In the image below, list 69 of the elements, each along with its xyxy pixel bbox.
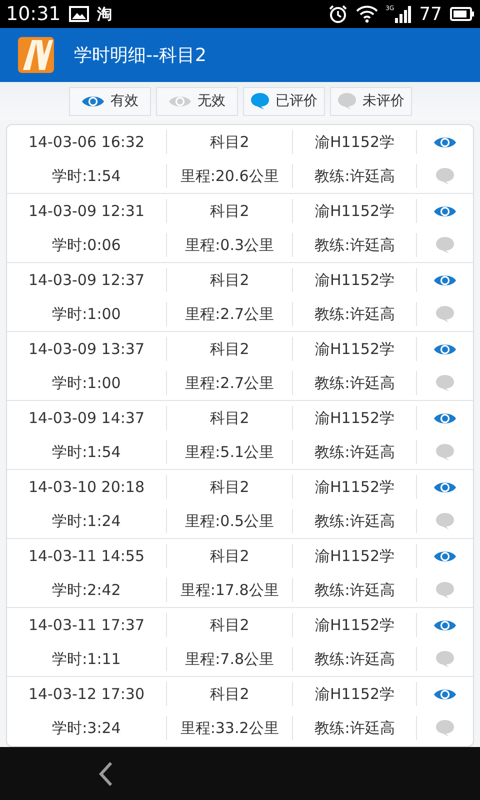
table-cell: 渝H1152学 bbox=[293, 613, 418, 637]
clock-time: 10:31 bbox=[6, 3, 61, 25]
image-icon bbox=[68, 6, 89, 22]
table-cell: 14-03-11 17:37 bbox=[7, 613, 167, 637]
table-cell: 科目2 bbox=[166, 130, 294, 154]
table-cell: 14-03-09 12:31 bbox=[7, 199, 167, 223]
table-cell: 科目2 bbox=[166, 268, 294, 292]
table-cell: 科目2 bbox=[166, 613, 294, 637]
table-cell: 教练:许廷高 bbox=[293, 164, 418, 188]
table-cell: 14-03-10 20:18 bbox=[7, 475, 167, 499]
table-cell: 渝H1152学 bbox=[293, 406, 418, 430]
table-cell: 里程:33.2公里 bbox=[166, 716, 294, 740]
table-cell: 14-03-12 17:30 bbox=[7, 682, 167, 706]
table-cell: 教练:许廷高 bbox=[293, 578, 418, 602]
table-cell: 教练:许廷高 bbox=[293, 716, 418, 740]
table-cell: 里程:2.7公里 bbox=[166, 371, 294, 395]
table-cell: 学时:0:06 bbox=[7, 233, 167, 257]
legend-button[interactable]: 未评价 bbox=[330, 86, 412, 116]
table-cell: 里程:17.8公里 bbox=[166, 578, 294, 602]
table-cell: 科目2 bbox=[166, 406, 294, 430]
table-cell: 里程:7.8公里 bbox=[166, 647, 294, 671]
back-icon[interactable] bbox=[98, 760, 114, 786]
table-cell: 教练:许廷高 bbox=[293, 509, 418, 533]
table-cell: 渝H1152学 bbox=[293, 268, 418, 292]
table-cell: 学时:1:24 bbox=[7, 509, 167, 533]
battery-level: 77 bbox=[419, 4, 442, 24]
table-cell: 14-03-09 14:37 bbox=[7, 406, 167, 430]
alarm-icon bbox=[328, 4, 348, 24]
table-cell: 科目2 bbox=[166, 682, 294, 706]
wifi-icon bbox=[356, 5, 378, 23]
table-cell: 里程:20.6公里 bbox=[166, 164, 294, 188]
table-cell: 教练:许廷高 bbox=[293, 371, 418, 395]
legend-button[interactable]: 已评价 bbox=[242, 86, 324, 116]
table-cell: 里程:2.7公里 bbox=[166, 302, 294, 326]
table-cell: 里程:0.3公里 bbox=[166, 233, 294, 257]
table-cell: 教练:许廷高 bbox=[293, 647, 418, 671]
table-cell: 渝H1152学 bbox=[293, 544, 418, 568]
table-cell: 学时:1:00 bbox=[7, 371, 167, 395]
legend-button[interactable]: 有效 bbox=[68, 86, 150, 116]
table-cell: 教练:许廷高 bbox=[293, 440, 418, 464]
table-cell: 学时:1:00 bbox=[7, 302, 167, 326]
app-logo-icon bbox=[18, 37, 54, 73]
screen-title: 学时明细--科目2 bbox=[74, 44, 206, 67]
table-cell: 14-03-09 12:37 bbox=[7, 268, 167, 292]
table-cell: 14-03-06 16:32 bbox=[7, 130, 167, 154]
table-cell: 科目2 bbox=[166, 544, 294, 568]
table-cell: 渝H1152学 bbox=[293, 199, 418, 223]
table-cell: 科目2 bbox=[166, 199, 294, 223]
table-cell: 渝H1152学 bbox=[293, 337, 418, 361]
table-cell: 14-03-09 13:37 bbox=[7, 337, 167, 361]
table-cell: 科目2 bbox=[166, 475, 294, 499]
table-cell: 教练:许廷高 bbox=[293, 302, 418, 326]
battery-icon bbox=[450, 7, 474, 21]
table-cell: 渝H1152学 bbox=[293, 682, 418, 706]
table-cell: 14-03-11 14:55 bbox=[7, 544, 167, 568]
table-cell: 里程:5.1公里 bbox=[166, 440, 294, 464]
table-cell: 科目2 bbox=[166, 337, 294, 361]
table-cell: 学时:1:11 bbox=[7, 647, 167, 671]
table-cell: 学时:1:54 bbox=[7, 440, 167, 464]
app-notification-glyph: 淘 bbox=[96, 4, 112, 24]
table-cell: 学时:1:54 bbox=[7, 164, 167, 188]
table-cell: 渝H1152学 bbox=[293, 130, 418, 154]
table-cell: 学时:3:24 bbox=[7, 716, 167, 740]
table-cell: 教练:许廷高 bbox=[293, 233, 418, 257]
table-cell: 里程:0.5公里 bbox=[166, 509, 294, 533]
signal-icon bbox=[395, 5, 412, 23]
table-cell: 学时:2:42 bbox=[7, 578, 167, 602]
table-cell: 渝H1152学 bbox=[293, 475, 418, 499]
legend-button[interactable]: 无效 bbox=[156, 86, 238, 116]
